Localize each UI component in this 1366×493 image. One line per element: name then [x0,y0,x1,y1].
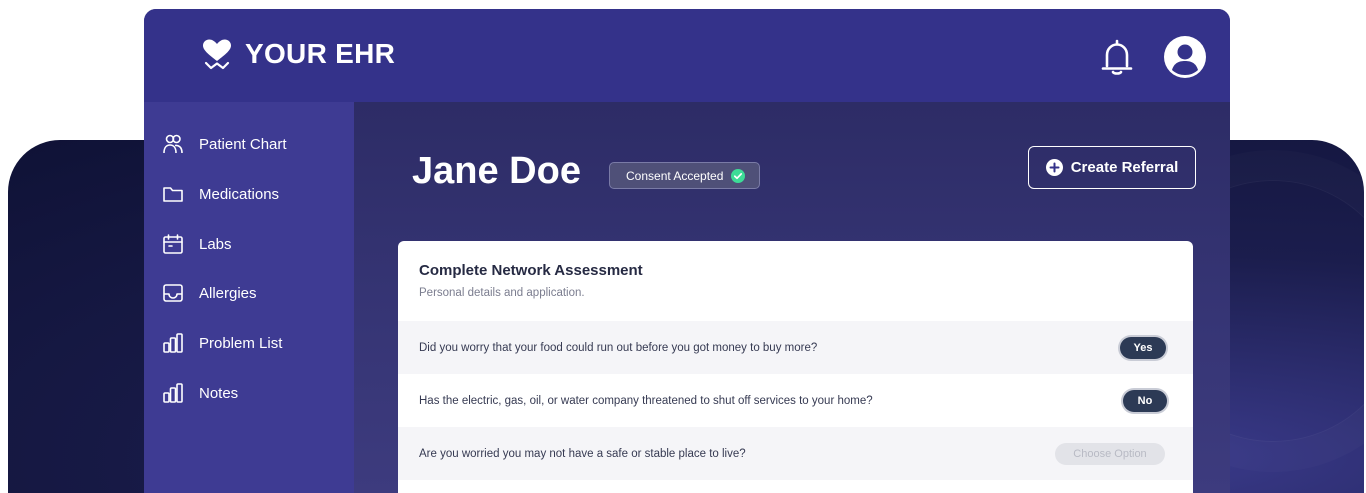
calendar-icon [163,234,183,254]
check-circle-icon [731,168,746,183]
answer-value: No [1137,394,1153,407]
folder-icon [163,187,183,202]
people-icon [163,134,183,154]
assessment-card: Complete Network Assessment Personal det… [398,241,1193,493]
sidebar-item-patient-chart[interactable]: Patient Chart [162,129,342,159]
question-text: Are you worried you may not have a safe … [419,447,746,460]
question-row: Has the electric, gas, oil, or water com… [398,374,1193,427]
sidebar-item-labs[interactable]: Labs [162,229,342,259]
answer-select[interactable]: Choose Option [1055,442,1165,465]
create-referral-button[interactable]: Create Referral [1028,146,1196,189]
bar-chart-icon [163,333,183,353]
sidebar-item-label: Medications [199,185,280,203]
bell-icon[interactable] [1099,38,1135,76]
assessment-title: Complete Network Assessment [419,262,643,279]
assessment-subtitle: Personal details and application. [419,287,585,299]
user-avatar-icon[interactable] [1163,35,1207,79]
answer-value: Choose Option [1073,447,1147,460]
brand-name: YOUR EHR [245,38,396,69]
sidebar-item-notes[interactable]: Notes [162,378,342,408]
top-bar: YOUR EHR [144,9,1230,102]
sidebar-item-medications[interactable]: Medications [162,179,342,209]
sidebar-item-problem-list[interactable]: Problem List [162,328,342,358]
main-content: Jane Doe Consent Accepted Create Referra… [354,102,1230,493]
patient-name: Jane Doe [412,150,581,192]
heart-check-icon [203,39,231,70]
question-text: Did you worry that your food could run o… [419,341,818,354]
question-row: Did you worry that your food could run o… [398,321,1193,374]
answer-select[interactable]: Yes [1120,336,1166,359]
sidebar-item-allergies[interactable]: Allergies [162,278,342,308]
sidebar-item-label: Allergies [199,284,257,302]
sidebar-item-label: Labs [199,235,232,253]
create-referral-label: Create Referral [1070,159,1179,176]
question-text: Has the electric, gas, oil, or water com… [419,394,873,407]
sidebar-item-label: Notes [199,384,239,402]
app-window: YOUR EHR Patient Chart Medications Labs … [144,9,1230,493]
plus-circle-icon [1045,159,1063,176]
inbox-icon [163,284,183,302]
sidebar: Patient Chart Medications Labs Allergies [144,102,354,493]
sidebar-item-label: Problem List [199,334,283,352]
answer-select[interactable]: No [1123,389,1167,412]
answer-value: Yes [1133,341,1153,354]
bar-chart-icon [163,383,183,403]
consent-badge: Consent Accepted [609,162,761,189]
question-row: Are you worried you may not have a safe … [398,427,1193,480]
sidebar-item-label: Patient Chart [199,135,287,153]
consent-label: Consent Accepted [626,168,724,183]
